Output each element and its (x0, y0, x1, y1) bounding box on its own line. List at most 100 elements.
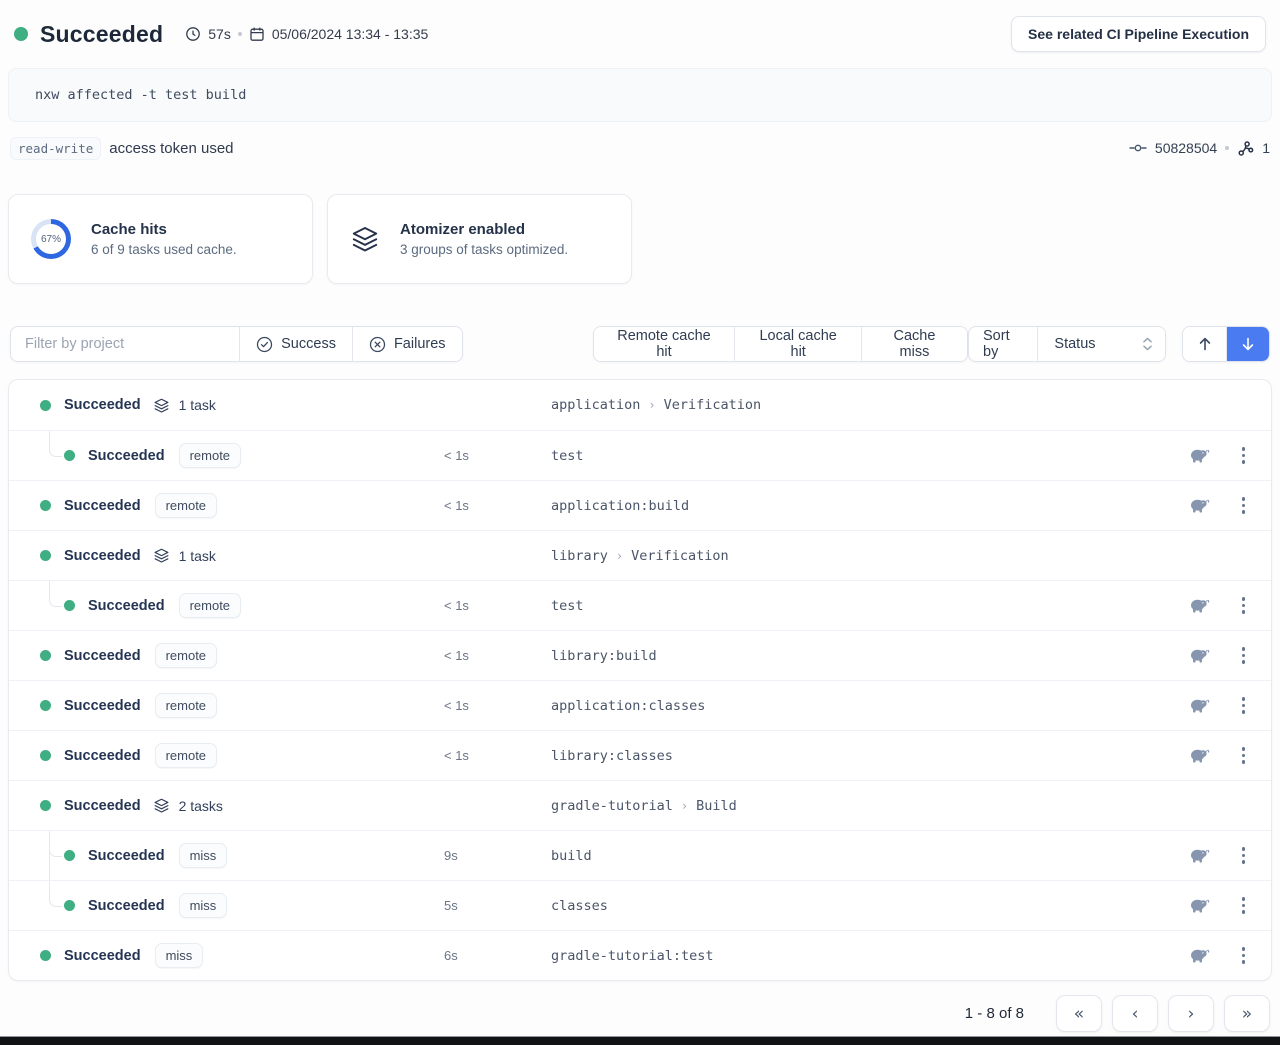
gradle-elephant-icon[interactable] (1189, 697, 1210, 714)
commit-icon (1129, 140, 1147, 156)
gradle-elephant-icon[interactable] (1189, 747, 1210, 764)
stack-icon (153, 547, 170, 564)
failures-filter-button[interactable]: Failures (352, 327, 462, 361)
cache-status-badge: miss (155, 943, 204, 968)
cache-status-badge: miss (179, 893, 228, 918)
row-menu-kebab-icon[interactable] (1238, 843, 1250, 868)
row-status-cell: Succeededremote (9, 693, 444, 718)
task-name: build (551, 848, 1189, 864)
filter-by-project-input[interactable] (11, 327, 239, 361)
task-name: test (551, 448, 1189, 464)
next-page-button[interactable]: › (1168, 995, 1214, 1032)
task-name: application:build (551, 498, 1189, 514)
row-menu-kebab-icon[interactable] (1238, 743, 1250, 768)
task-row[interactable]: Succeededremote< 1sapplication:build (9, 480, 1271, 530)
row-actions (1189, 643, 1272, 668)
row-menu-kebab-icon[interactable] (1238, 943, 1250, 968)
row-actions (1189, 843, 1272, 868)
token-row: read-write access token used 50828504 1 (8, 136, 1272, 160)
remote-cache-hit-button[interactable]: Remote cache hit (594, 327, 735, 361)
task-row[interactable]: Succeededremote< 1slibrary:classes (9, 730, 1271, 780)
row-status-label: Succeeded (64, 948, 141, 964)
command-box: nxw affected -t test build (8, 68, 1272, 122)
cache-status-badge: remote (155, 643, 217, 668)
row-status-cell: Succeededremote (9, 593, 444, 618)
gradle-elephant-icon[interactable] (1189, 897, 1210, 914)
sort-by-label: Sort by (969, 327, 1037, 361)
commit-hash[interactable]: 50828504 (1155, 140, 1217, 156)
task-row[interactable]: Succeededremote< 1stest (9, 580, 1271, 630)
page-title: Succeeded (40, 21, 163, 48)
sort-descending-button[interactable] (1226, 327, 1269, 361)
cache-miss-button[interactable]: Cache miss (861, 327, 967, 361)
select-chevrons-icon (1142, 336, 1153, 352)
gradle-elephant-icon[interactable] (1189, 597, 1210, 614)
row-menu-kebab-icon[interactable] (1238, 443, 1250, 468)
run-meta: 57s 05/06/2024 13:34 - 13:35 (185, 26, 428, 42)
success-filter-button[interactable]: Success (239, 327, 352, 361)
task-row[interactable]: Succeededremote< 1sapplication:classes (9, 680, 1271, 730)
row-status-label: Succeeded (88, 448, 165, 464)
project-breadcrumb: library › Verification (551, 548, 1271, 564)
run-date-range: 05/06/2024 13:34 - 13:35 (272, 26, 428, 42)
row-menu-kebab-icon[interactable] (1238, 643, 1250, 668)
task-row[interactable]: Succeededremote< 1stest (9, 430, 1271, 480)
project-breadcrumb: application › Verification (551, 397, 1271, 413)
row-status-cell: Succeededmiss (9, 843, 444, 868)
task-group-row[interactable]: Succeeded 2 tasks gradle-tutorial › Buil… (9, 780, 1271, 830)
task-row[interactable]: Succeededremote< 1slibrary:build (9, 630, 1271, 680)
task-list: Succeeded 1 task application › Verificat… (8, 379, 1272, 981)
row-menu-kebab-icon[interactable] (1238, 893, 1250, 918)
row-status-label: Succeeded (88, 848, 165, 864)
cache-status-badge: remote (155, 743, 217, 768)
run-duration: 57s (208, 26, 231, 42)
row-status-cell: Succeeded 2 tasks (9, 797, 444, 814)
row-actions (1189, 443, 1272, 468)
sort-ascending-button[interactable] (1183, 327, 1226, 361)
gradle-elephant-icon[interactable] (1189, 947, 1210, 964)
status-dot (64, 600, 75, 611)
cache-percent: 67% (36, 224, 66, 254)
previous-page-button[interactable]: ‹ (1112, 995, 1158, 1032)
row-menu-kebab-icon[interactable] (1238, 593, 1250, 618)
gradle-elephant-icon[interactable] (1189, 847, 1210, 864)
chevron-right-icon: › (648, 398, 655, 412)
duration-cell: < 1s (444, 598, 551, 613)
status-dot (40, 700, 51, 711)
row-menu-kebab-icon[interactable] (1238, 493, 1250, 518)
local-cache-hit-button[interactable]: Local cache hit (734, 327, 860, 361)
stat-cards: 67% Cache hits 6 of 9 tasks used cache. … (8, 194, 1272, 284)
task-group-row[interactable]: Succeeded 1 task application › Verificat… (9, 380, 1271, 430)
tree-connector-line (49, 831, 50, 880)
last-page-button[interactable]: » (1224, 995, 1270, 1032)
gradle-elephant-icon[interactable] (1189, 447, 1210, 464)
task-row[interactable]: Succeededmiss5sclasses (9, 880, 1271, 930)
cache-hits-card[interactable]: 67% Cache hits 6 of 9 tasks used cache. (8, 194, 313, 284)
task-count-label: 1 task (179, 548, 216, 564)
page-range-label: 1 - 8 of 8 (965, 1005, 1024, 1022)
project-breadcrumb: gradle-tutorial › Build (551, 798, 1271, 814)
task-count-label: 1 task (179, 397, 216, 413)
run-details-page: Succeeded 57s 05/06/2024 13:34 - 13:35 S… (0, 10, 1280, 1032)
see-related-ci-pipeline-button[interactable]: See related CI Pipeline Execution (1011, 16, 1266, 52)
duration-cell: < 1s (444, 498, 551, 513)
status-dot (40, 500, 51, 511)
task-row[interactable]: Succeededmiss9sbuild (9, 830, 1271, 880)
atomizer-card[interactable]: Atomizer enabled 3 groups of tasks optim… (327, 194, 632, 284)
sort-status-select[interactable]: Status (1037, 327, 1165, 361)
access-token-label: access token used (109, 140, 233, 157)
gradle-elephant-icon[interactable] (1189, 647, 1210, 664)
branch-count: 1 (1262, 140, 1270, 156)
sort-direction-group (1182, 326, 1270, 362)
task-name: application:classes (551, 698, 1189, 714)
row-actions (1189, 493, 1272, 518)
gradle-elephant-icon[interactable] (1189, 497, 1210, 514)
row-menu-kebab-icon[interactable] (1238, 693, 1250, 718)
task-row[interactable]: Succeededmiss6sgradle-tutorial:test (9, 930, 1271, 980)
status-dot (40, 950, 51, 961)
row-status-cell: Succeededremote (9, 643, 444, 668)
status-dot (64, 850, 75, 861)
task-group-row[interactable]: Succeeded 1 task library › Verification (9, 530, 1271, 580)
cache-status-badge: remote (155, 693, 217, 718)
first-page-button[interactable]: « (1056, 995, 1102, 1032)
